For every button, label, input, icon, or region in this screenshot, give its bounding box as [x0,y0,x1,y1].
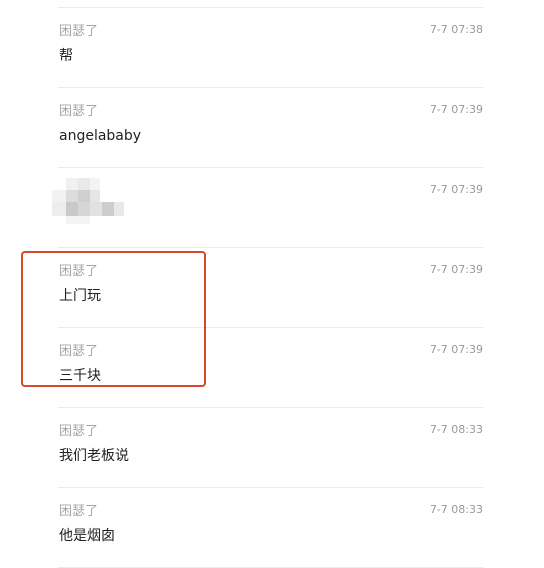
sender-name: 困瑟了 [59,504,99,519]
message-content: angelababy [59,128,142,144]
sender-name: 困瑟了 [59,344,99,359]
message-content: 他是烟囱 [59,528,115,544]
sender-name: 困瑟了 [59,264,99,279]
message-item[interactable]: 7-7 07:39 [0,168,544,248]
sender-name: 困瑟了 [59,424,99,439]
message-content: 三千块 [59,368,101,384]
message-time: 7-7 08:33 [429,503,483,516]
sender-name: 困瑟了 [59,104,99,119]
message-time: 7-7 07:39 [429,103,483,116]
message-time: 7-7 07:39 [429,343,483,356]
message-item[interactable]: 困瑟了 7-7 07:39 上门玩 [0,248,544,328]
message-time: 7-7 08:33 [429,423,483,436]
message-content: 我们老板说 [59,448,129,464]
message-item[interactable]: 困瑟了 7-7 07:39 三千块 [0,328,544,408]
message-item[interactable]: 困瑟了 7-7 08:33 他是烟囱 [0,488,544,568]
message-content: 上门玩 [59,288,101,304]
message-item[interactable]: 困瑟了 7-7 08:33 我们老板说 [0,408,544,488]
pixelated-redaction [52,178,124,226]
message-time: 7-7 07:39 [429,263,483,276]
message-item[interactable]: 困瑟了 7-7 07:38 帮 [0,8,544,88]
sender-name: 困瑟了 [59,24,99,39]
message-item[interactable]: 困瑟了 7-7 07:39 angelababy [0,88,544,168]
message-time: 7-7 07:38 [429,23,483,36]
message-content: 帮 [59,48,73,64]
message-time: 7-7 07:39 [429,183,483,196]
